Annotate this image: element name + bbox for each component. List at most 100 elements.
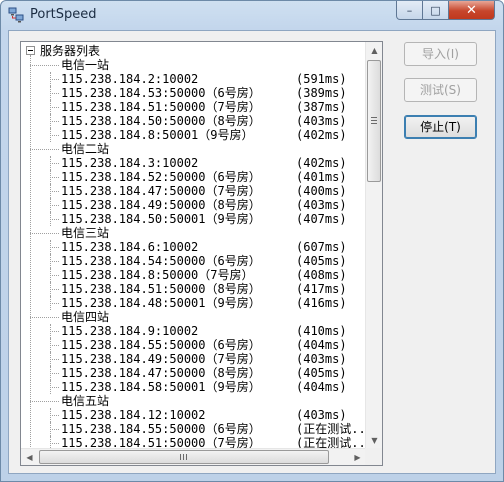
- server-tree-view[interactable]: 服务器列表 电信一站 115.238.184.2:10002 (591ms) 115.…: [20, 41, 383, 466]
- latency-value: (403ms): [296, 352, 347, 366]
- latency-value: (389ms): [296, 86, 347, 100]
- latency-value: (402ms): [296, 156, 347, 170]
- tree-content: 服务器列表 电信一站 115.238.184.2:10002 (591ms) 115.…: [21, 42, 366, 449]
- tree-connector-line: [50, 177, 59, 178]
- tree-connector-line: [50, 338, 51, 352]
- tree-connector-line: [50, 93, 59, 94]
- tree-connector-line: [50, 261, 59, 262]
- dialog-client-area: 服务器列表 电信一站 115.238.184.2:10002 (591ms) 115.…: [8, 30, 496, 474]
- tree-connector-line: [50, 163, 59, 164]
- tree-connector-line: [30, 233, 59, 234]
- maximize-icon: □: [430, 3, 441, 17]
- latency-value: (403ms): [296, 198, 347, 212]
- grip-icon: [371, 117, 377, 124]
- tree-connector-line: [50, 303, 59, 304]
- latency-value: (403ms): [296, 114, 347, 128]
- tree-connector-line: [30, 401, 59, 402]
- collapse-icon[interactable]: [26, 46, 35, 55]
- tree-connector-line: [50, 247, 59, 248]
- tree-connector-line: [50, 268, 51, 282]
- tree-connector-line: [50, 135, 59, 136]
- latency-value: (591ms): [296, 72, 347, 86]
- tree-connector-line: [50, 275, 59, 276]
- tree-connector-line: [50, 114, 51, 128]
- tree-connector-line: [50, 443, 59, 444]
- tree-connector-line: [50, 296, 51, 310]
- horizontal-scrollbar[interactable]: ◀ ▶: [21, 448, 366, 465]
- tree-connector-line: [50, 415, 59, 416]
- tree-connector-line: [50, 387, 59, 388]
- scroll-left-icon[interactable]: ◀: [21, 449, 38, 465]
- tree-connector-line: [50, 170, 51, 184]
- scroll-down-icon[interactable]: ▼: [366, 432, 382, 449]
- tree-connector-line: [50, 198, 51, 212]
- latency-value: (407ms): [296, 212, 347, 226]
- tree-connector-line: [50, 121, 59, 122]
- network-computers-icon: [8, 7, 24, 23]
- tree-connector-line: [50, 156, 51, 170]
- tree-connector-line: [50, 128, 51, 142]
- tree-connector-line: [50, 79, 59, 80]
- latency-value: (410ms): [296, 324, 347, 338]
- tree-connector-line: [50, 212, 51, 226]
- window-title: PortSpeed: [30, 7, 97, 22]
- maximize-button[interactable]: □: [422, 1, 449, 20]
- tree-connector-line: [50, 86, 51, 100]
- tree-connector-line: [30, 149, 59, 150]
- latency-value: (正在测试...: [296, 422, 366, 436]
- close-button[interactable]: ✕: [448, 1, 495, 20]
- tree-connector-line: [50, 282, 51, 296]
- latency-value: (400ms): [296, 184, 347, 198]
- close-icon: ✕: [466, 2, 477, 18]
- tree-connector-line: [30, 317, 59, 318]
- import-button[interactable]: 导入(I): [404, 42, 477, 66]
- stop-button[interactable]: 停止(T): [404, 115, 477, 139]
- latency-value: (405ms): [296, 366, 347, 380]
- scrollbar-corner: [365, 448, 382, 465]
- tree-connector-line: [50, 366, 51, 380]
- tree-connector-line: [50, 72, 51, 86]
- latency-value: (387ms): [296, 100, 347, 114]
- latency-value: (408ms): [296, 268, 347, 282]
- test-button[interactable]: 测试(S): [404, 78, 477, 102]
- tree-connector-line: [50, 359, 59, 360]
- tree-connector-line: [50, 100, 51, 114]
- latency-value: (405ms): [296, 254, 347, 268]
- portspeed-window: PortSpeed – □ ✕ 服务器列表 电信一站 115.238.184.2:…: [0, 0, 504, 482]
- tree-connector-line: [50, 184, 51, 198]
- tree-connector-line: [50, 205, 59, 206]
- tree-connector-line: [50, 380, 51, 394]
- tree-connector-line: [50, 254, 51, 268]
- minimize-icon: –: [406, 3, 413, 17]
- tree-connector-line: [50, 324, 51, 338]
- tree-connector-line: [50, 422, 51, 436]
- tree-connector-line: [30, 65, 59, 66]
- latency-value: (404ms): [296, 380, 347, 394]
- tree-connector-line: [50, 240, 51, 254]
- tree-connector-line: [50, 408, 51, 422]
- tree-connector-line: [50, 352, 51, 366]
- tree-connector-line: [50, 219, 59, 220]
- latency-value: (404ms): [296, 338, 347, 352]
- horizontal-scroll-thumb[interactable]: [39, 450, 329, 464]
- latency-value: (401ms): [296, 170, 347, 184]
- latency-value: (607ms): [296, 240, 347, 254]
- tree-connector-line: [50, 107, 59, 108]
- tree-connector-line: [30, 55, 31, 449]
- scroll-right-icon[interactable]: ▶: [349, 449, 366, 465]
- tree-connector-line: [50, 373, 59, 374]
- vertical-scrollbar[interactable]: ▲ ▼: [365, 42, 382, 449]
- latency-value: (402ms): [296, 128, 347, 142]
- grip-icon: [180, 454, 187, 460]
- tree-connector-line: [50, 289, 59, 290]
- latency-value: (417ms): [296, 282, 347, 296]
- title-bar[interactable]: PortSpeed – □ ✕: [1, 1, 503, 29]
- latency-value: (416ms): [296, 296, 347, 310]
- minimize-button[interactable]: –: [396, 1, 423, 20]
- tree-connector-line: [50, 191, 59, 192]
- scroll-up-icon[interactable]: ▲: [366, 42, 382, 59]
- vertical-scroll-thumb[interactable]: [367, 60, 381, 182]
- latency-value: (403ms): [296, 408, 347, 422]
- tree-connector-line: [50, 345, 59, 346]
- tree-connector-line: [50, 429, 59, 430]
